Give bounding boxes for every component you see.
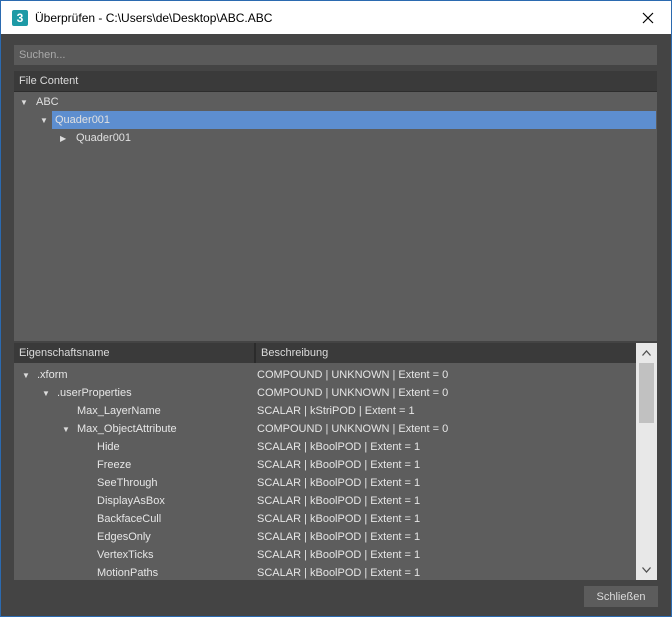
close-button[interactable]: Schließen <box>584 586 658 607</box>
property-table-header: Eigenschaftsname Beschreibung <box>14 343 636 363</box>
inspect-dialog: 3 Überprüfen - C:\Users\de\Desktop\ABC.A… <box>0 0 672 617</box>
property-description: SCALAR | kBoolPOD | Extent = 1 <box>257 513 421 525</box>
table-row[interactable]: Hide SCALAR | kBoolPOD | Extent = 1 <box>14 438 636 456</box>
property-name: .xform <box>37 369 68 381</box>
vertical-scrollbar[interactable] <box>636 343 657 580</box>
property-description: SCALAR | kBoolPOD | Extent = 1 <box>257 495 421 507</box>
property-description: SCALAR | kBoolPOD | Extent = 1 <box>257 549 421 561</box>
table-row[interactable]: SeeThrough SCALAR | kBoolPOD | Extent = 1 <box>14 474 636 492</box>
close-icon <box>642 12 654 23</box>
table-row[interactable]: ▼ .userProperties COMPOUND | UNKNOWN | Ext… <box>14 384 636 402</box>
property-name-cell: SeeThrough <box>82 474 158 492</box>
tree-item[interactable]: ▼ ABC <box>20 93 63 111</box>
table-row[interactable]: MotionPaths SCALAR | kBoolPOD | Extent = … <box>14 564 636 580</box>
file-content-header: File Content <box>14 71 657 92</box>
property-description: SCALAR | kBoolPOD | Extent = 1 <box>257 441 421 453</box>
table-row[interactable]: BackfaceCull SCALAR | kBoolPOD | Extent =… <box>14 510 636 528</box>
column-header-description[interactable]: Beschreibung <box>256 343 636 363</box>
property-description: SCALAR | kBoolPOD | Extent = 1 <box>257 477 421 489</box>
property-name-cell: DisplayAsBox <box>82 492 165 510</box>
property-description: SCALAR | kBoolPOD | Extent = 1 <box>257 459 421 471</box>
property-name-cell: EdgesOnly <box>82 528 151 546</box>
triangle-down-icon[interactable]: ▼ <box>62 421 74 439</box>
table-row[interactable]: Max_LayerName SCALAR | kStriPOD | Extent … <box>14 402 636 420</box>
property-name: .userProperties <box>57 387 132 399</box>
property-name: Max_ObjectAttribute <box>77 423 177 435</box>
property-description: SCALAR | kStriPOD | Extent = 1 <box>257 405 415 417</box>
property-description: COMPOUND | UNKNOWN | Extent = 0 <box>257 423 449 435</box>
property-panel: Eigenschaftsname Beschreibung ▼ .xform COM… <box>14 343 657 580</box>
tree-item-label: Quader001 <box>52 111 656 129</box>
property-name: BackfaceCull <box>97 513 162 525</box>
property-name-cell: BackfaceCull <box>82 510 161 528</box>
property-name: EdgesOnly <box>97 531 151 543</box>
triangle-down-icon[interactable]: ▼ <box>40 112 52 130</box>
property-name: MotionPaths <box>97 567 159 579</box>
chevron-up-icon <box>642 350 651 356</box>
table-row[interactable]: VertexTicks SCALAR | kBoolPOD | Extent = … <box>14 546 636 564</box>
property-description: SCALAR | kBoolPOD | Extent = 1 <box>257 567 421 579</box>
table-row[interactable]: EdgesOnly SCALAR | kBoolPOD | Extent = 1 <box>14 528 636 546</box>
property-description: COMPOUND | UNKNOWN | Extent = 0 <box>257 369 449 381</box>
scroll-down-button[interactable] <box>636 561 657 579</box>
app-icon: 3 <box>12 9 28 26</box>
title-bar: 3 Überprüfen - C:\Users\de\Desktop\ABC.A… <box>1 1 671 34</box>
property-name: DisplayAsBox <box>97 495 165 507</box>
table-row[interactable]: ▼ Max_ObjectAttribute COMPOUND | UNKNOWN |… <box>14 420 636 438</box>
property-name-cell: Max_LayerName <box>62 402 161 420</box>
property-name: Hide <box>97 441 120 453</box>
property-name: VertexTicks <box>97 549 154 561</box>
tree-item-label: Quader001 <box>76 132 132 144</box>
window-close-button[interactable] <box>625 1 671 34</box>
window-title: Überprüfen - C:\Users\de\Desktop\ABC.ABC <box>35 10 273 25</box>
property-description: SCALAR | kBoolPOD | Extent = 1 <box>257 531 421 543</box>
chevron-down-icon <box>642 567 651 573</box>
property-description: COMPOUND | UNKNOWN | Extent = 0 <box>257 387 449 399</box>
table-row[interactable]: DisplayAsBox SCALAR | kBoolPOD | Extent =… <box>14 492 636 510</box>
tree-item[interactable]: ▼ Quader001 <box>40 111 656 129</box>
property-name-cell: MotionPaths <box>82 564 158 580</box>
property-name: Freeze <box>97 459 132 471</box>
property-name-cell: ▼ .userProperties <box>42 384 132 403</box>
property-name-cell: Hide <box>82 438 120 456</box>
scroll-up-button[interactable] <box>636 344 657 362</box>
property-name: SeeThrough <box>97 477 158 489</box>
table-row[interactable]: ▼ .xform COMPOUND | UNKNOWN | Extent = 0 <box>14 366 636 384</box>
property-name-cell: ▼ .xform <box>22 366 68 385</box>
triangle-right-icon[interactable]: ▶ <box>60 130 72 148</box>
property-name: Max_LayerName <box>77 405 161 417</box>
scroll-thumb[interactable] <box>639 363 654 423</box>
property-name-cell: Freeze <box>82 456 131 474</box>
triangle-down-icon[interactable]: ▼ <box>20 94 32 112</box>
column-header-property-name[interactable]: Eigenschaftsname <box>14 343 254 363</box>
table-row[interactable]: Freeze SCALAR | kBoolPOD | Extent = 1 <box>14 456 636 474</box>
triangle-down-icon[interactable]: ▼ <box>22 367 34 385</box>
tree-item[interactable]: ▶ Quader001 <box>60 129 135 147</box>
tree-item-label: ABC <box>36 96 59 108</box>
property-name-cell: ▼ Max_ObjectAttribute <box>62 420 177 439</box>
file-content-panel: File Content ▼ ABC ▼ Quader001 ▶ Quader001 <box>14 71 657 341</box>
search-input[interactable] <box>14 45 657 65</box>
triangle-down-icon[interactable]: ▼ <box>42 385 54 403</box>
property-name-cell: VertexTicks <box>82 546 153 564</box>
